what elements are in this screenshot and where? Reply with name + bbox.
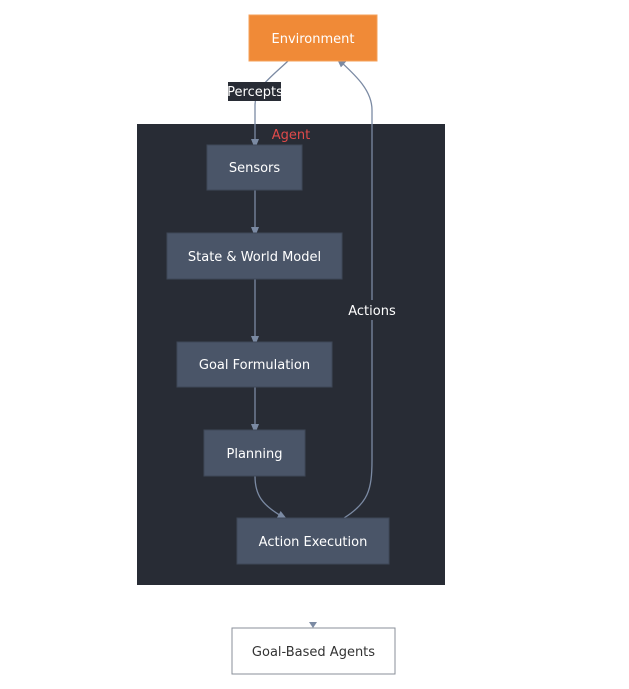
agent-cluster-title: Agent <box>272 128 310 143</box>
node-action-execution[interactable]: Action Execution <box>236 517 390 565</box>
state-label: State & World Model <box>188 250 321 265</box>
caption-text: Goal-Based Agents <box>252 645 375 660</box>
planning-label: Planning <box>227 447 283 462</box>
environment-label: Environment <box>271 32 354 47</box>
goal-based-agent-diagram: Agent Percepts Actions Environment Senso… <box>137 14 445 675</box>
sensors-label: Sensors <box>229 161 281 176</box>
caption-box: Goal-Based Agents <box>231 627 396 675</box>
caption-arrow-icon <box>309 622 317 628</box>
node-goal-formulation[interactable]: Goal Formulation <box>176 341 333 388</box>
actions-label: Actions <box>348 304 396 319</box>
node-state-world-model[interactable]: State & World Model <box>166 232 343 280</box>
node-sensors[interactable]: Sensors <box>206 144 303 191</box>
node-environment[interactable]: Environment <box>248 14 378 62</box>
action-label: Action Execution <box>259 535 368 550</box>
percepts-label: Percepts <box>227 85 283 100</box>
node-planning[interactable]: Planning <box>203 429 306 477</box>
goal-label: Goal Formulation <box>199 358 310 373</box>
